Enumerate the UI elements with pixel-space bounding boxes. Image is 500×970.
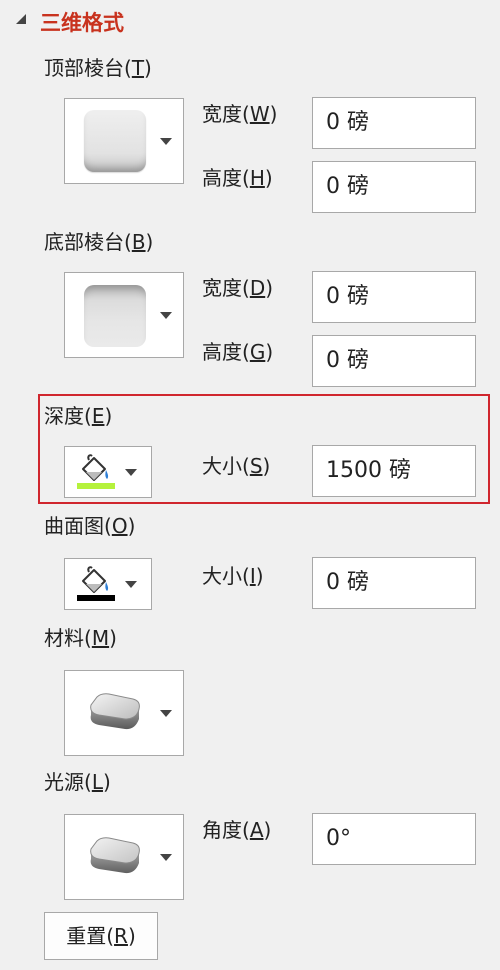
chevron-down-icon	[160, 854, 172, 861]
top-bevel-label: 顶部棱台(T)	[44, 56, 152, 80]
lighting-preview-icon	[90, 837, 140, 874]
contour-color-swatch	[77, 595, 115, 601]
contour-size-input[interactable]: 0 磅	[312, 557, 476, 609]
material-label: 材料(M)	[44, 626, 117, 650]
top-bevel-width-input[interactable]: 0 磅	[312, 97, 476, 149]
top-bevel-picker[interactable]	[64, 98, 184, 184]
bottom-bevel-preview-icon	[84, 285, 146, 347]
depth-size-input[interactable]: 1500 磅	[312, 445, 476, 497]
lighting-picker[interactable]	[64, 814, 184, 900]
depth-label: 深度(E)	[44, 404, 113, 428]
bottom-bevel-width-label: 宽度(D)	[202, 276, 274, 300]
lighting-angle-input[interactable]: 0°	[312, 813, 476, 865]
depth-color-swatch	[77, 483, 115, 489]
top-bevel-preview-icon	[84, 110, 146, 172]
bottom-bevel-height-input[interactable]: 0 磅	[312, 335, 476, 387]
contour-color-picker[interactable]	[64, 558, 152, 610]
chevron-down-icon	[125, 581, 137, 588]
depth-size-label: 大小(S)	[202, 454, 271, 478]
bottom-bevel-width-input[interactable]: 0 磅	[312, 271, 476, 323]
bottom-bevel-label: 底部棱台(B)	[44, 230, 154, 254]
lighting-angle-label: 角度(A)	[202, 818, 272, 842]
chevron-down-icon	[160, 710, 172, 717]
contour-size-label: 大小(I)	[202, 564, 264, 588]
chevron-down-icon	[160, 138, 172, 145]
material-picker[interactable]	[64, 670, 184, 756]
collapse-triangle-icon[interactable]	[16, 14, 26, 24]
bottom-bevel-picker[interactable]	[64, 272, 184, 358]
top-bevel-height-input[interactable]: 0 磅	[312, 161, 476, 213]
lighting-label: 光源(L)	[44, 770, 111, 794]
paint-bucket-icon	[77, 454, 115, 489]
reset-button[interactable]: 重置(R)	[44, 912, 158, 960]
bottom-bevel-height-label: 高度(G)	[202, 340, 274, 364]
top-bevel-width-label: 宽度(W)	[202, 102, 278, 126]
material-preview-icon	[90, 693, 140, 730]
depth-color-picker[interactable]	[64, 446, 152, 498]
contour-label: 曲面图(O)	[44, 514, 136, 538]
chevron-down-icon	[125, 469, 137, 476]
chevron-down-icon	[160, 312, 172, 319]
top-bevel-height-label: 高度(H)	[202, 166, 273, 190]
paint-bucket-icon	[77, 566, 115, 601]
section-title[interactable]: 三维格式	[40, 8, 124, 38]
